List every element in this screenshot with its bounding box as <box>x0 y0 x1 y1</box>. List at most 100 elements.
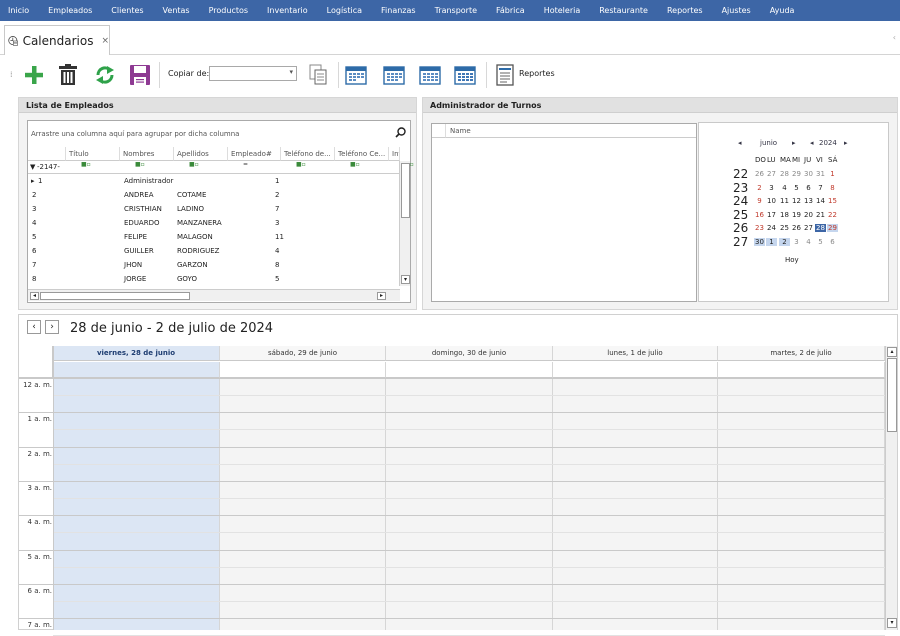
calendar-day[interactable]: 1 <box>766 238 777 246</box>
scroll-thumb[interactable] <box>887 358 897 432</box>
calendar-day[interactable]: 5 <box>815 238 826 246</box>
table-row[interactable]: 3 CRISTHIAN LADINO 7 <box>28 203 400 217</box>
menu-item[interactable]: Restaurante <box>599 6 648 15</box>
calendar-day[interactable]: 3 <box>791 238 802 246</box>
scheduler-vertical-scrollbar[interactable]: ▴ ▾ <box>885 346 897 630</box>
menu-item[interactable]: Reportes <box>667 6 703 15</box>
calendar-year[interactable]: 2024 <box>819 139 837 147</box>
calendar-day[interactable]: 5 <box>791 184 802 192</box>
column-header[interactable]: Infor <box>389 147 400 161</box>
add-button[interactable] <box>22 62 46 88</box>
day-column-header[interactable]: viernes, 28 de junio <box>53 346 220 361</box>
calendar-day[interactable]: 18 <box>779 211 790 219</box>
table-row[interactable]: 8 JORGE GOYO 5 <box>28 273 400 287</box>
calendar-day[interactable]: 30 <box>754 238 765 246</box>
calendar-day[interactable]: 15 <box>827 197 838 205</box>
filter-contains-icon[interactable]: ■▫ <box>135 161 145 174</box>
calendar-day[interactable]: 22 <box>827 211 838 219</box>
calendar-day[interactable]: 1 <box>827 170 838 178</box>
calendar-day[interactable]: 13 <box>803 197 814 205</box>
calendar-day[interactable]: 7 <box>815 184 826 192</box>
calendar-day[interactable]: 3 <box>766 184 777 192</box>
calendar-day[interactable]: 6 <box>803 184 814 192</box>
menu-item[interactable]: Ayuda <box>770 6 795 15</box>
next-year-icon[interactable]: ▸ <box>844 139 848 147</box>
column-header[interactable]: Título <box>66 147 120 161</box>
day-column-header[interactable]: domingo, 30 de junio <box>386 346 553 361</box>
save-button[interactable] <box>128 62 152 88</box>
filter-contains-icon[interactable]: ■▫ <box>350 161 360 174</box>
calendar-day[interactable]: 23 <box>754 224 765 232</box>
menu-item[interactable]: Ventas <box>163 6 190 15</box>
calendar-day[interactable]: 30 <box>803 170 814 178</box>
all-day-cell[interactable] <box>220 362 386 378</box>
all-day-cell[interactable] <box>386 362 553 378</box>
calendar-day[interactable]: 31 <box>815 170 826 178</box>
prev-range-button[interactable]: ‹ <box>27 320 41 334</box>
reports-button[interactable] <box>493 62 517 88</box>
day-column-body[interactable] <box>553 378 718 630</box>
day-column-body[interactable] <box>53 378 220 630</box>
menu-item[interactable]: Productos <box>209 6 248 15</box>
calendar-day[interactable]: 4 <box>803 238 814 246</box>
menu-item[interactable]: Logística <box>327 6 362 15</box>
calendar-day[interactable]: 8 <box>827 184 838 192</box>
calendar-day[interactable]: 2 <box>779 238 790 246</box>
menu-item[interactable]: Empleados <box>48 6 92 15</box>
calendar-day[interactable]: 24 <box>766 224 777 232</box>
all-day-cell[interactable] <box>53 362 220 378</box>
next-month-icon[interactable]: ▸ <box>792 139 796 147</box>
filter-equals-icon[interactable]: = <box>243 161 248 174</box>
prev-year-icon[interactable]: ◂ <box>810 139 814 147</box>
day-view-button[interactable] <box>344 62 368 88</box>
filter-contains-icon[interactable]: ■▫ <box>296 161 306 174</box>
work-week-view-button[interactable] <box>382 62 406 88</box>
calendar-day[interactable]: 26 <box>754 170 765 178</box>
menu-item[interactable]: Inventario <box>267 6 308 15</box>
calendar-day[interactable]: 28 <box>815 224 826 232</box>
day-column-header[interactable]: martes, 2 de julio <box>718 346 885 361</box>
day-column-header[interactable]: lunes, 1 de julio <box>553 346 718 361</box>
column-header[interactable]: Apellidos <box>174 147 228 161</box>
calendar-day[interactable]: 27 <box>766 170 777 178</box>
day-column-body[interactable] <box>220 378 386 630</box>
scroll-right-icon[interactable]: ▸ <box>377 292 386 300</box>
calendar-day[interactable]: 25 <box>779 224 790 232</box>
day-column-body[interactable] <box>718 378 885 630</box>
column-header-name[interactable]: Name <box>446 124 696 138</box>
column-header[interactable]: Teléfono de... <box>281 147 335 161</box>
week-view-button[interactable] <box>418 62 442 88</box>
table-row[interactable]: 6 GUILLER RODRIGUEZ 4 <box>28 245 400 259</box>
reports-label[interactable]: Reportes <box>519 69 555 78</box>
scroll-down-icon[interactable]: ▾ <box>401 275 410 284</box>
close-tab-icon[interactable]: × <box>101 36 109 46</box>
calendar-day[interactable]: 9 <box>754 197 765 205</box>
calendar-day[interactable]: 4 <box>779 184 790 192</box>
copy-button[interactable] <box>306 62 330 88</box>
table-row[interactable]: 7 JHON GARZON 8 <box>28 259 400 273</box>
calendar-day[interactable]: 14 <box>815 197 826 205</box>
calendar-day[interactable]: 29 <box>791 170 802 178</box>
filter-contains-icon[interactable]: ■▫ <box>81 161 91 174</box>
calendar-day[interactable]: 21 <box>815 211 826 219</box>
menu-item[interactable]: Finanzas <box>381 6 416 15</box>
calendar-day[interactable]: 17 <box>766 211 777 219</box>
grid-horizontal-scrollbar[interactable]: ◂ ▸ <box>28 289 400 301</box>
grid-vertical-scrollbar[interactable]: ▾ <box>399 161 410 286</box>
search-icon[interactable] <box>395 127 406 138</box>
prev-month-icon[interactable]: ◂ <box>738 139 742 147</box>
scroll-up-icon[interactable]: ▴ <box>887 347 897 357</box>
today-button[interactable]: Hoy <box>785 256 799 264</box>
calendar-day[interactable]: 20 <box>803 211 814 219</box>
day-column-header[interactable]: sábado, 29 de junio <box>220 346 386 361</box>
calendar-day[interactable]: 29 <box>827 224 838 232</box>
column-header[interactable]: Nombres <box>120 147 174 161</box>
calendar-day[interactable]: 19 <box>791 211 802 219</box>
menu-item[interactable]: Fábrica <box>496 6 525 15</box>
calendar-day[interactable]: 11 <box>779 197 790 205</box>
scroll-thumb[interactable] <box>40 292 190 300</box>
menu-item[interactable]: Hoteleria <box>544 6 581 15</box>
table-row[interactable]: 5 FELIPE MALAGON 11 <box>28 231 400 245</box>
calendar-day[interactable]: 28 <box>779 170 790 178</box>
filter-contains-icon[interactable]: ■▫ <box>189 161 199 174</box>
